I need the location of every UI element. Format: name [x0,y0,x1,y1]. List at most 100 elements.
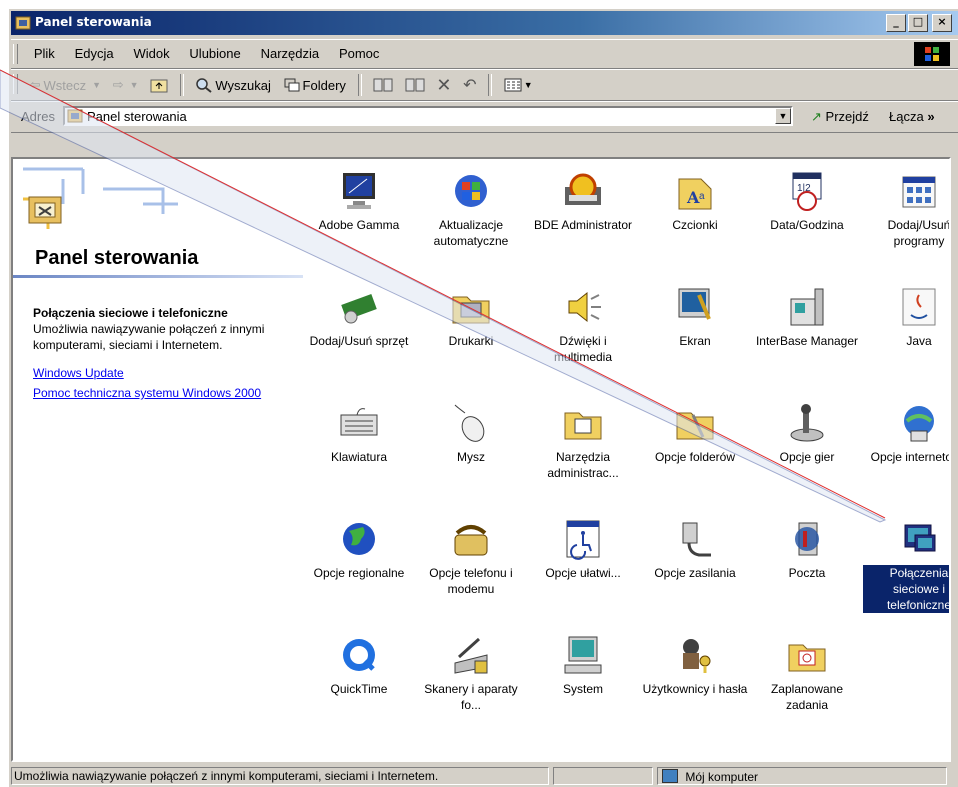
control-panel-item[interactable]: Połączenia sieciowe i telefoniczne [863,517,949,613]
display-icon [673,285,717,329]
item-label: Data/Godzina [770,218,844,232]
scheduled-tasks-icon [785,633,829,677]
internet-options-icon [897,401,941,445]
search-icon [196,78,213,93]
item-label: Poczta [788,566,826,580]
computer-icon [561,633,605,677]
forward-button[interactable]: ⇨ ▼ [109,70,143,100]
copy-to-button[interactable] [401,70,429,100]
menu-widok[interactable]: Widok [125,40,177,68]
java-icon [897,285,941,329]
banner: Panel sterowania [13,159,303,279]
control-panel-item[interactable]: Zaplanowane zadania [751,633,863,713]
delete-button[interactable]: ✕ [432,70,455,100]
menu-ulubione[interactable]: Ulubione [181,40,248,68]
control-panel-item[interactable]: QuickTime [303,633,415,697]
undo-button[interactable]: ↶ [459,70,480,100]
close-button[interactable]: × [932,14,952,32]
address-value: Panel sterowania [87,109,187,124]
control-panel-item[interactable]: Opcje telefonu i modemu [415,517,527,597]
windows-support-link[interactable]: Pomoc techniczna systemu Windows 2000 [33,385,298,401]
control-panel-item[interactable]: Dodaj/Usuń programy [863,169,949,249]
control-panel-item[interactable]: InterBase Manager [751,285,863,349]
links-button[interactable]: Łącza » [889,109,935,124]
add-remove-programs-icon [897,169,941,213]
views-button[interactable]: ▼ [500,70,537,100]
minimize-button[interactable]: _ [886,14,906,32]
users-passwords-icon [673,633,717,677]
control-panel-item[interactable]: Dodaj/Usuń sprzęt [303,285,415,349]
phone-icon [449,517,493,561]
move-to-icon [373,78,393,92]
menu-narzedzia[interactable]: Narzędzia [253,40,328,68]
control-panel-item[interactable]: Opcje regionalne [303,517,415,581]
joystick-icon [785,401,829,445]
control-panel-item[interactable]: Ekran [639,285,751,349]
control-panel-item[interactable]: Mysz [415,401,527,465]
control-panel-item[interactable]: Opcje gier [751,401,863,465]
folders-button[interactable]: Foldery [279,70,350,100]
calendar-clock-icon: 1|2 [785,169,829,213]
control-panel-item[interactable]: Narzędzia administrac... [527,401,639,481]
back-label: Wstecz [43,77,87,93]
address-bar: Adres Panel sterowania ▼ ↗ Przejdź Łącza… [11,101,958,133]
menu-edycja[interactable]: Edycja [67,40,122,68]
search-label: Wyszukaj [215,77,271,93]
windows-update-link[interactable]: Windows Update [33,365,298,381]
status-text: Umożliwia nawiązywanie połączeń z innymi… [11,767,549,785]
address-input[interactable]: Panel sterowania ▼ [63,106,793,126]
control-panel-item[interactable]: System [527,633,639,697]
control-panel-icon [15,16,31,30]
go-label: Przejdź [825,109,869,124]
control-panel-item[interactable]: BDE Administrator [527,169,639,233]
control-panel-item[interactable]: Opcje zasilania [639,517,751,581]
go-button[interactable]: ↗ Przejdź [811,109,869,125]
printer-folder-icon [449,285,493,329]
maximize-button[interactable]: □ [908,14,928,32]
windows-update-icon [449,169,493,213]
item-label: Klawiatura [330,450,388,464]
control-panel-item[interactable]: Opcje folderów [639,401,751,465]
selected-item-description: Umożliwia nawiązywanie połączeń z innymi… [33,322,265,352]
control-panel-item[interactable]: 1|2 Data/Godzina [751,169,863,233]
back-button[interactable]: ⇦ Wstecz ▼ [26,70,105,100]
control-panel-icon [67,109,83,123]
control-panel-item[interactable]: Drukarki [415,285,527,349]
status-bar: Umożliwia nawiązywanie połączeń z innymi… [11,765,951,787]
item-label: Opcje regionalne [313,566,405,580]
control-panel-item[interactable]: Aktualizacje automatyczne [415,169,527,249]
selection-details: Połączenia sieciowe i telefoniczne Umożl… [33,305,298,401]
menu-plik[interactable]: Plik [26,40,63,68]
up-folder-button[interactable] [146,70,172,100]
address-label: Adres [21,109,55,124]
toolbar-grip[interactable] [13,74,18,94]
control-panel-item[interactable]: Dźwięki i multimedia [527,285,639,365]
delete-icon: ✕ [436,74,452,95]
control-panel-item[interactable]: Adobe Gamma [303,169,415,233]
banner-divider [13,275,303,278]
item-label: InterBase Manager [755,334,859,348]
search-button[interactable]: Wyszukaj [191,70,275,100]
item-label: Zaplanowane zadania [770,682,844,712]
control-panel-item[interactable]: Użytkownicy i hasła [639,633,751,697]
control-panel-item[interactable]: Java [863,285,949,349]
control-panel-item[interactable]: Poczta [751,517,863,581]
menu-pomoc[interactable]: Pomoc [331,40,387,68]
control-panel-banner-icon [23,167,178,229]
menu-grip[interactable] [13,44,18,64]
control-panel-item[interactable]: Aa Czcionki [639,169,751,233]
title-bar[interactable]: Panel sterowania _ □ × [11,11,958,35]
item-label: Połączenia sieciowe i telefoniczne [863,565,949,613]
address-dropdown-button[interactable]: ▼ [775,108,791,124]
control-panel-item[interactable]: Opcje ułatwi... [527,517,639,581]
up-folder-icon [150,79,168,93]
control-panel-item[interactable]: Skanery i aparaty fo... [415,633,527,713]
control-panel-item[interactable]: Opcje internetowe [863,401,949,465]
arrow-left-icon: ⇦ [29,77,41,92]
move-to-button[interactable] [369,70,397,100]
hardware-icon [337,285,381,329]
item-label: QuickTime [330,682,388,696]
control-panel-item[interactable]: Klawiatura [303,401,415,465]
selected-item-heading: Połączenia sieciowe i telefoniczne [33,306,228,320]
chevron-down-icon: ▼ [778,111,788,121]
